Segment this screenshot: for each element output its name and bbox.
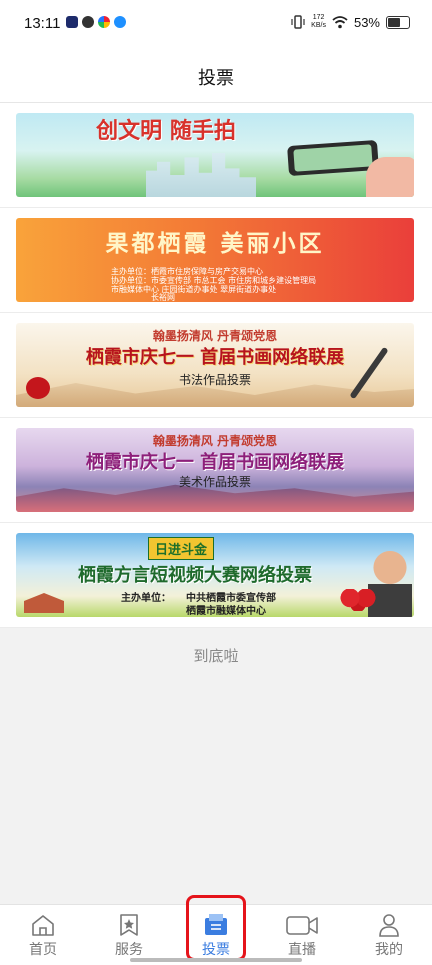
- person-icon: [379, 914, 399, 937]
- network-speed: 172 KB/s: [311, 14, 326, 30]
- highlight-box: [186, 895, 246, 961]
- banner-slogan: 翰墨扬清风 丹青颂党恩: [152, 329, 278, 343]
- star-bookmark-icon: [120, 914, 138, 936]
- wifi-icon: [332, 15, 348, 28]
- list-item[interactable]: 日进斗金 栖霞方言短视频大赛网络投票 主办单位： 中共栖霞市委宣传部 栖霞市融媒…: [0, 523, 432, 628]
- status-time: 13:11: [24, 15, 61, 32]
- sponsor-line: 栖霞市融媒体中心: [186, 606, 266, 617]
- battery-percent: 53%: [353, 14, 380, 30]
- banner-badge: 日进斗金: [148, 537, 215, 560]
- home-icon: [32, 915, 54, 936]
- tab-label: 我的: [375, 942, 403, 958]
- tab-home[interactable]: 首页: [0, 905, 86, 965]
- title-bar: 投票: [0, 52, 432, 103]
- banner-title: 果都栖霞 美丽小区: [105, 230, 325, 257]
- app-notification-icon: [66, 16, 78, 28]
- vote-list: 创文明 随手拍 果都栖霞 美丽小区 主办单位：栖霞市住房保障与房产交易中心 协办…: [0, 103, 432, 628]
- banner-slogan: 翰墨扬清风 丹青颂党恩: [152, 434, 278, 448]
- app-notification-icon: [82, 16, 94, 28]
- tab-services[interactable]: 服务: [86, 905, 172, 965]
- sponsor-line: 市融媒体中心 庄园街道办事处 翠屏街道办事处: [111, 285, 277, 294]
- page-title: 投票: [198, 68, 234, 89]
- vibrate-icon: [291, 15, 305, 29]
- network-speed-value: 172: [312, 14, 325, 21]
- banner-title: 栖霞方言短视频大赛网络投票: [78, 565, 312, 586]
- status-bar: 13:11 172 KB/s 53%: [0, 0, 432, 52]
- farmhouse-graphic: [24, 593, 64, 613]
- banner-title: 创文明 随手拍: [96, 119, 236, 144]
- hand-graphic: [366, 157, 414, 197]
- tab-label: 首页: [29, 942, 57, 958]
- tab-mine[interactable]: 我的: [346, 905, 432, 965]
- list-item[interactable]: 果都栖霞 美丽小区 主办单位：栖霞市住房保障与房产交易中心 协办单位：市委宣传部…: [0, 208, 432, 313]
- tab-label: 直播: [288, 942, 316, 958]
- banner-subtitle: 书法作品投票: [178, 373, 251, 387]
- notification-icons: [66, 16, 126, 28]
- banner-create-civilization[interactable]: 创文明 随手拍: [16, 113, 414, 197]
- gesture-home-bar[interactable]: [130, 958, 302, 962]
- list-item[interactable]: 创文明 随手拍: [0, 103, 432, 208]
- apple-basket-graphic: [338, 589, 378, 611]
- app-notification-icon: [114, 16, 126, 28]
- list-item[interactable]: 翰墨扬清风 丹青颂党恩 栖霞市庆七一 首届书画网络联展 美术作品投票: [0, 418, 432, 523]
- status-right: 172 KB/s 53%: [291, 14, 410, 30]
- sponsor-line: 长裕网: [151, 293, 175, 302]
- banner-title: 栖霞市庆七一 首届书画网络联展: [85, 347, 345, 368]
- banner-painting-vote[interactable]: 翰墨扬清风 丹青颂党恩 栖霞市庆七一 首届书画网络联展 美术作品投票: [16, 428, 414, 512]
- tab-live[interactable]: 直播: [259, 905, 345, 965]
- banner-calligraphy-vote[interactable]: 翰墨扬清风 丹青颂党恩 栖霞市庆七一 首届书画网络联展 书法作品投票: [16, 323, 414, 407]
- list-item[interactable]: 翰墨扬清风 丹青颂党恩 栖霞市庆七一 首届书画网络联展 书法作品投票: [0, 313, 432, 418]
- banner-title: 栖霞市庆七一 首届书画网络联展: [85, 452, 345, 473]
- app-notification-icon: [98, 16, 110, 28]
- banner-dialect-video-vote[interactable]: 日进斗金 栖霞方言短视频大赛网络投票 主办单位： 中共栖霞市委宣传部 栖霞市融媒…: [16, 533, 414, 617]
- video-camera-icon: [286, 916, 318, 935]
- end-of-list-text: 到底啦: [193, 647, 239, 665]
- sponsor-label: 主办单位：: [121, 593, 171, 604]
- decorative-skyline: [146, 153, 256, 197]
- phone-hand-graphic: [287, 139, 379, 177]
- tab-label: 服务: [115, 942, 143, 958]
- battery-icon: [386, 15, 410, 29]
- banner-beautiful-community[interactable]: 果都栖霞 美丽小区 主办单位：栖霞市住房保障与房产交易中心 协办单位：市委宣传部…: [16, 218, 414, 302]
- banner-subtitle: 美术作品投票: [178, 475, 251, 489]
- network-speed-unit: KB/s: [311, 22, 326, 29]
